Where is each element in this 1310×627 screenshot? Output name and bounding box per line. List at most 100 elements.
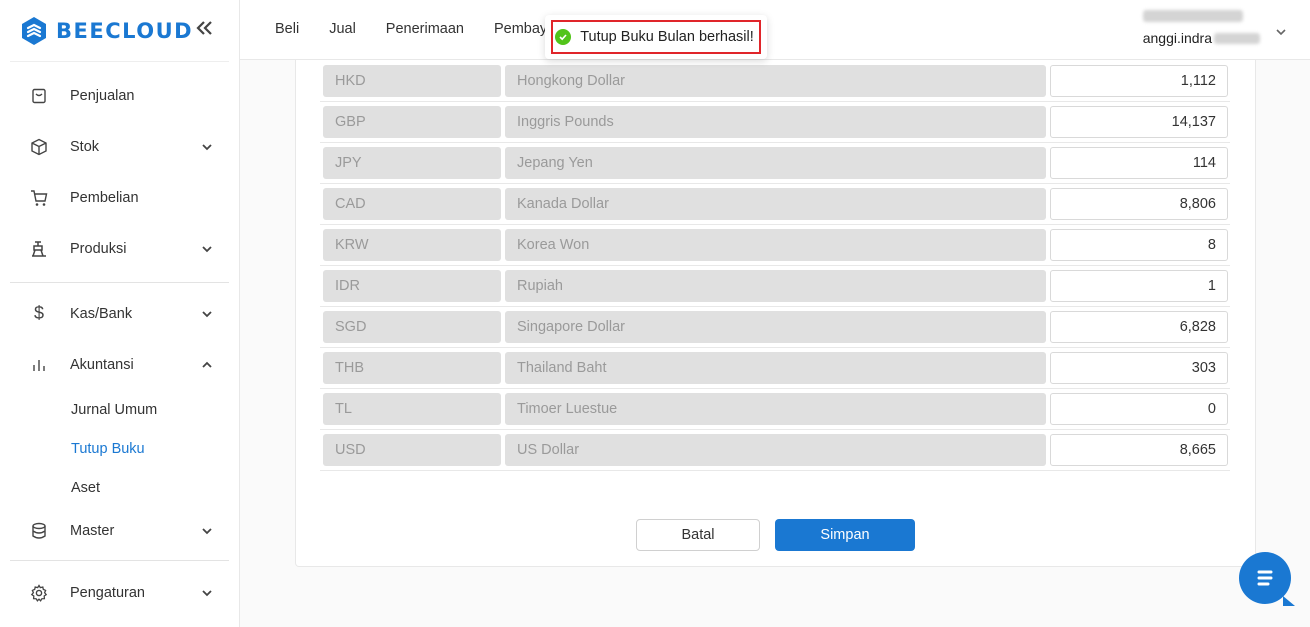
chevron-down-icon (202, 528, 212, 535)
table-row: USD US Dollar 8,665 (320, 430, 1230, 471)
sidebar-item-produksi[interactable]: Produksi (10, 223, 229, 274)
sidebar-subitem-tutup-buku[interactable]: Tutup Buku (10, 429, 229, 468)
currency-name: Korea Won (505, 229, 1046, 261)
table-row: THB Thailand Baht 303 (320, 348, 1230, 389)
currency-code: THB (323, 352, 501, 384)
top-nav: Beli Jual Penerimaan Pembay (275, 21, 577, 37)
sidebar-item-label: Akuntansi (70, 356, 134, 373)
exchange-rate-input[interactable]: 8 (1050, 229, 1228, 261)
exchange-rate-input[interactable]: 303 (1050, 352, 1228, 384)
currency-code: GBP (323, 106, 501, 138)
currency-code: CAD (323, 188, 501, 220)
brand-name: BEECLOUD (56, 18, 194, 43)
chevron-up-icon (202, 361, 212, 368)
sidebar-item-kas-bank[interactable]: $ Kas/Bank (10, 288, 229, 339)
table-row: KRW Korea Won 8 (320, 225, 1230, 266)
top-nav-beli[interactable]: Beli (275, 21, 299, 37)
table-row: IDR Rupiah 1 (320, 266, 1230, 307)
exchange-rate-input[interactable]: 8,806 (1050, 188, 1228, 220)
sidebar-item-pengaturan[interactable]: Pengaturan (10, 567, 229, 618)
sidebar-item-label: Pengaturan (70, 584, 145, 601)
top-nav-penerimaan[interactable]: Penerimaan (386, 21, 464, 37)
cart-icon (30, 189, 48, 207)
table-row: SGD Singapore Dollar 6,828 (320, 307, 1230, 348)
top-nav-pembayaran[interactable]: Pembay (494, 21, 547, 37)
exchange-rate-input[interactable]: 0 (1050, 393, 1228, 425)
sidebar-item-label: Penjualan (70, 87, 135, 104)
check-circle-icon (555, 29, 572, 45)
nav-group-finance: $ Kas/Bank Akuntansi Jurnal Umum Tutup B… (10, 283, 229, 561)
chevron-down-icon (202, 310, 212, 317)
currency-name: Hongkong Dollar (505, 65, 1046, 97)
gear-icon (30, 583, 48, 602)
top-nav-jual[interactable]: Jual (329, 21, 356, 37)
brand: BEECLOUD (10, 0, 229, 62)
save-button[interactable]: Simpan (775, 519, 915, 551)
cancel-button[interactable]: Batal (636, 519, 760, 551)
sidebar-subitem-aset[interactable]: Aset (10, 468, 229, 507)
beecloud-logo-icon (22, 16, 46, 45)
currency-name: Kanada Dollar (505, 188, 1046, 220)
sidebar-item-label: Produksi (70, 240, 127, 257)
sidebar: BEECLOUD Penjualan Stok Pembelian Produk… (0, 0, 240, 627)
currency-name: Timoer Luestue (505, 393, 1046, 425)
exchange-rate-input[interactable]: 1,112 (1050, 65, 1228, 97)
nav-group-main: Penjualan Stok Pembelian Produksi (10, 62, 229, 283)
currency-code: JPY (323, 147, 501, 179)
factory-icon (30, 240, 48, 258)
currency-name: Jepang Yen (505, 147, 1046, 179)
caret-down-icon (1276, 29, 1286, 36)
sidebar-item-label: Master (70, 523, 115, 539)
currency-code: KRW (323, 229, 501, 261)
email-domain-blurred (1214, 32, 1260, 44)
sidebar-item-stok[interactable]: Stok (10, 121, 229, 172)
exchange-rate-input[interactable]: 8,665 (1050, 434, 1228, 466)
currency-code: USD (323, 434, 501, 466)
success-toast: Tutup Buku Bulan berhasil! (545, 15, 767, 59)
exchange-rate-input[interactable]: 114 (1050, 147, 1228, 179)
currency-code: TL (323, 393, 501, 425)
currency-code: IDR (323, 270, 501, 302)
user-email: anggi.indra (1143, 30, 1260, 46)
sidebar-item-master[interactable]: Master (10, 507, 229, 555)
database-icon (30, 522, 48, 540)
user-menu[interactable]: anggi.indra (1142, 10, 1286, 46)
bar-chart-icon (30, 356, 48, 374)
sidebar-item-akuntansi[interactable]: Akuntansi (10, 339, 229, 390)
currency-name: US Dollar (505, 434, 1046, 466)
chevron-down-icon (202, 143, 212, 150)
table-row: GBP Inggris Pounds 14,137 (320, 102, 1230, 143)
sidebar-item-label: Pembelian (70, 189, 139, 206)
table-row: CAD Kanada Dollar 8,806 (320, 184, 1230, 225)
table-row: TL Timoer Luestue 0 (320, 389, 1230, 430)
currency-name: Inggris Pounds (505, 106, 1046, 138)
sidebar-item-pembelian[interactable]: Pembelian (10, 172, 229, 223)
toast-message: Tutup Buku Bulan berhasil! (580, 29, 754, 45)
table-row: JPY Jepang Yen 114 (320, 143, 1230, 184)
sidebar-item-penjualan[interactable]: Penjualan (10, 70, 229, 121)
currency-name: Thailand Baht (505, 352, 1046, 384)
chat-support-button[interactable] (1239, 552, 1291, 604)
receipt-icon (30, 87, 48, 105)
currency-name: Singapore Dollar (505, 311, 1046, 343)
exchange-rate-input[interactable]: 6,828 (1050, 311, 1228, 343)
sidebar-item-label: Stok (70, 138, 100, 155)
user-company-blurred (1142, 10, 1243, 22)
dollar-icon: $ (33, 303, 44, 323)
box-icon (30, 138, 48, 156)
chat-icon (1257, 570, 1273, 586)
currency-code: HKD (323, 65, 501, 97)
currency-name: Rupiah (505, 270, 1046, 302)
chevron-down-icon (202, 245, 212, 252)
toast-highlight: Tutup Buku Bulan berhasil! (551, 20, 761, 54)
exchange-rate-input[interactable]: 1 (1050, 270, 1228, 302)
sidebar-item-label: Kas/Bank (70, 305, 133, 322)
exchange-rate-input[interactable]: 14,137 (1050, 106, 1228, 138)
collapse-sidebar-icon[interactable] (195, 19, 215, 42)
exchange-rate-table: HKD Hongkong Dollar 1,112 GBP Inggris Pounds… (320, 61, 1230, 471)
nav-group-settings: Pengaturan (10, 561, 229, 618)
sidebar-subitem-jurnal-umum[interactable]: Jurnal Umum (10, 390, 229, 429)
table-row: HKD Hongkong Dollar 1,112 (320, 61, 1230, 102)
top-bar: Beli Jual Penerimaan Pembay anggi.indra (240, 0, 1310, 60)
chevron-down-icon (202, 589, 212, 596)
